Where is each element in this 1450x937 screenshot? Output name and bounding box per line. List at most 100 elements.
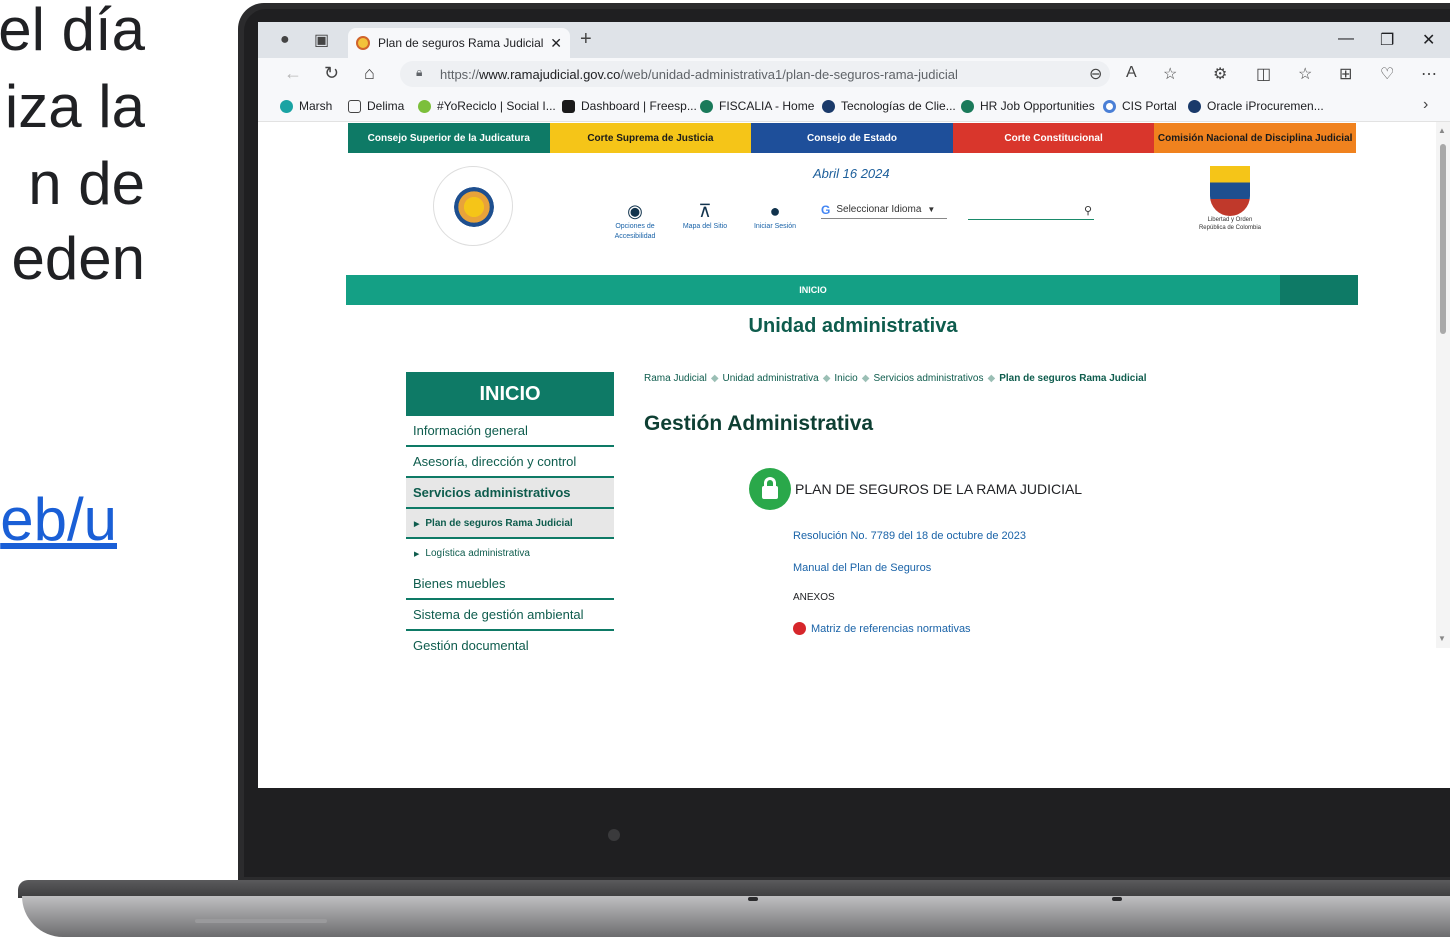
bookmark-label: Tecnologías de Clie...	[841, 99, 956, 113]
minimize-icon[interactable]: —	[1338, 30, 1354, 48]
page-viewport: Consejo Superior de la Judicatura Corte …	[258, 122, 1450, 788]
scroll-thumb[interactable]	[1440, 144, 1446, 334]
bookmark-fiscalia[interactable]: FISCALIA - Home	[700, 99, 814, 113]
address-bar[interactable]: 🔒︎ https://www.ramajudicial.gov.co/web/u…	[400, 61, 1110, 87]
home-icon[interactable]: ⌂	[364, 63, 375, 84]
sidebar-subitem-plan-seguros[interactable]: ▶ Plan de seguros Rama Judicial	[406, 509, 614, 539]
site-search-input[interactable]: ⚲	[968, 204, 1094, 220]
breadcrumb-item[interactable]: Rama Judicial	[644, 373, 707, 384]
accessibility-button[interactable]: ◉ Opciones de Accesibilidad	[605, 200, 665, 242]
freespace-icon	[562, 99, 575, 113]
restore-icon[interactable]: ❐	[1380, 30, 1394, 50]
resolution-link[interactable]: Resolución No. 7789 del 18 de octubre de…	[793, 530, 1026, 542]
recycle-icon	[418, 99, 431, 113]
user-icon: ●	[769, 201, 781, 221]
more-bookmarks-icon[interactable]: ›	[1423, 96, 1428, 114]
bookmark-oracle[interactable]: Oracle iProcuremen...	[1188, 99, 1324, 113]
scroll-down-icon[interactable]: ▼	[1438, 634, 1446, 643]
link-corte-constitucional[interactable]: Corte Constitucional	[952, 123, 1155, 153]
url-domain: www.ramajudicial.gov.co	[479, 66, 621, 82]
bookmark-tecnologias[interactable]: Tecnologías de Clie...	[822, 99, 956, 113]
zoom-icon[interactable]: ⊖	[1089, 64, 1102, 84]
close-tab-icon[interactable]: ✕	[550, 35, 562, 52]
camera-dot	[608, 829, 620, 841]
sitemap-label: Mapa del Sitio	[682, 223, 728, 230]
slide-text-line-4: eden	[11, 225, 145, 292]
bookmark-hr-jobs[interactable]: HR Job Opportunities	[961, 99, 1095, 113]
bookmarks-bar: Marsh Delima #YoReciclo | Social I... Da…	[258, 90, 1450, 122]
subitem-label: Logística administrativa	[425, 548, 530, 559]
sitemap-button[interactable]: ⊼ Mapa del Sitio	[675, 200, 735, 232]
toolbar: ← ↻ ⌂ 🔒︎ https://www.ramajudicial.gov.co…	[258, 58, 1450, 90]
rama-judicial-logo[interactable]	[433, 166, 513, 246]
breadcrumb-item[interactable]: Servicios administrativos	[873, 373, 983, 384]
sharepoint-icon	[961, 99, 974, 113]
collections-icon[interactable]: ⊞	[1339, 64, 1352, 84]
breadcrumb-separator-icon: ◆	[987, 373, 996, 384]
accessibility-label: Opciones de Accesibilidad	[614, 223, 656, 240]
institutions-bar: Consejo Superior de la Judicatura Corte …	[348, 123, 1356, 153]
url-path: /web/unidad-administrativa1/plan-de-segu…	[620, 66, 958, 82]
sidebar-head[interactable]: INICIO	[406, 372, 614, 416]
link-comision-disciplina[interactable]: Comisión Nacional de Disciplina Judicial	[1154, 123, 1356, 153]
slide-text-line-3: n de	[28, 150, 145, 217]
more-menu-icon[interactable]: ⋯	[1421, 64, 1437, 84]
link-consejo-superior[interactable]: Consejo Superior de la Judicatura	[348, 123, 550, 153]
sidebar-item-asesoria[interactable]: Asesoría, dirección y control	[406, 447, 614, 478]
bookmark-yoreciclo[interactable]: #YoReciclo | Social I...	[418, 99, 556, 113]
bookmark-label: #YoReciclo | Social I...	[437, 99, 556, 113]
link-consejo-estado[interactable]: Consejo de Estado	[751, 123, 953, 153]
lock-icon	[749, 468, 791, 510]
sidebar-item-ambiental[interactable]: Sistema de gestión ambiental	[406, 600, 614, 631]
lock-icon: 🔒︎	[416, 65, 423, 79]
manual-link[interactable]: Manual del Plan de Seguros	[793, 562, 931, 574]
bookmark-marsh[interactable]: Marsh	[280, 99, 332, 113]
link-corte-suprema[interactable]: Corte Suprema de Justicia	[549, 123, 752, 153]
caret-right-icon: ▶	[414, 551, 420, 558]
extensions-icon[interactable]: ⚙	[1213, 64, 1227, 84]
slide-text-line-1: el día	[0, 0, 145, 63]
read-aloud-icon[interactable]: A	[1126, 64, 1137, 82]
browser-essentials-icon[interactable]: ♡	[1380, 64, 1394, 84]
close-window-icon[interactable]: ✕	[1422, 30, 1435, 50]
bookmark-cis-portal[interactable]: CIS Portal	[1103, 99, 1177, 113]
anexos-label: ANEXOS	[793, 592, 835, 603]
breadcrumb-item[interactable]: Unidad administrativa	[723, 373, 819, 384]
annex-matriz-link[interactable]: Matriz de referencias normativas	[793, 622, 971, 635]
sidebar-item-servicios[interactable]: Servicios administrativos	[406, 478, 614, 509]
laptop-foot	[748, 897, 758, 901]
sidebar-subitem-logistica[interactable]: ▶ Logística administrativa	[406, 539, 614, 569]
page-scrollbar[interactable]: ▲ ▼	[1436, 122, 1450, 648]
favorites-icon[interactable]: ☆	[1298, 64, 1312, 84]
subitem-label: Plan de seguros Rama Judicial	[425, 518, 573, 529]
scroll-up-icon[interactable]: ▲	[1438, 126, 1446, 135]
tab-strip: ● ▣ Plan de seguros Rama Judicial - | ✕ …	[258, 22, 1450, 58]
split-screen-icon[interactable]: ◫	[1256, 64, 1271, 84]
sidebar-item-informacion[interactable]: Información general	[406, 416, 614, 447]
tab-actions-icon[interactable]: ▣	[314, 30, 329, 50]
bookmark-dashboard[interactable]: Dashboard | Freesp...	[562, 99, 697, 113]
caret-right-icon: ▶	[414, 521, 420, 528]
back-icon[interactable]: ←	[284, 63, 302, 84]
new-tab-icon[interactable]: +	[580, 28, 592, 51]
breadcrumb-separator-icon: ◆	[710, 373, 719, 384]
profile-icon[interactable]: ●	[280, 31, 290, 49]
breadcrumb: Rama Judicial ◆ Unidad administrativa ◆ Inic…	[644, 373, 1146, 384]
favorite-star-icon[interactable]: ☆	[1163, 64, 1177, 84]
sidebar-item-documental[interactable]: Gestión documental	[406, 631, 614, 662]
site-favicon-icon	[356, 36, 370, 50]
language-select[interactable]: G Seleccionar Idioma ▼	[821, 201, 947, 219]
nav-inicio[interactable]: INICIO	[346, 275, 1280, 305]
sidebar-item-bienes[interactable]: Bienes muebles	[406, 569, 614, 600]
pdf-icon	[793, 622, 806, 635]
breadcrumb-item[interactable]: Inicio	[834, 373, 857, 384]
refresh-icon[interactable]: ↻	[324, 63, 339, 84]
slide-link[interactable]: eb/u	[0, 490, 117, 550]
laptop-notch	[195, 919, 327, 923]
sidebar: INICIO Información general Asesoría, dir…	[406, 372, 614, 662]
search-icon[interactable]: ⚲	[1084, 204, 1092, 217]
tab-active[interactable]: Plan de seguros Rama Judicial - | ✕	[348, 28, 570, 58]
login-button[interactable]: ● Iniciar Sesión	[745, 200, 805, 232]
bookmark-label: CIS Portal	[1122, 99, 1177, 113]
bookmark-delima[interactable]: Delima	[348, 99, 404, 113]
